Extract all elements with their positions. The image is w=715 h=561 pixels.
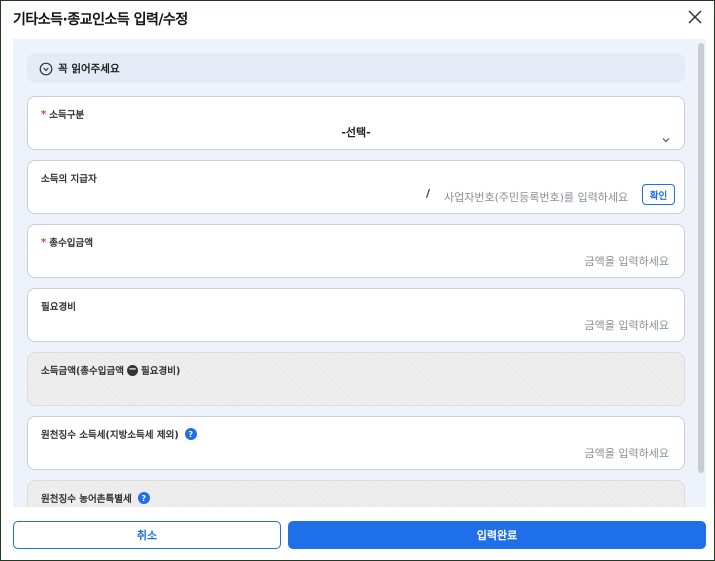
required-mark: *: [41, 108, 47, 120]
rural-tax-field: 원천징수 농어촌특별세 ?: [27, 480, 685, 507]
rural-tax-label-wrap: 원천징수 농어촌특별세 ?: [41, 491, 150, 505]
withholding-tax-label: 원천징수 소득세(지방소득세 제외): [41, 430, 179, 441]
dialog-title: 기타소득·종교인소득 입력/수정: [13, 12, 188, 28]
minus-icon: −: [127, 364, 139, 376]
income-type-label: 소득구분: [49, 110, 85, 121]
notice-text: 꼭 읽어주세요: [58, 63, 120, 75]
withholding-tax-field[interactable]: 원천징수 소득세(지방소득세 제외) ? 금액을 입력하세요: [27, 416, 685, 470]
expenses-label: 필요경비: [41, 302, 76, 313]
income-amount-field: 소득금액(총수입금액 − 필요경비): [27, 352, 685, 406]
payer-id-input[interactable]: 사업자번호(주민등록번호)를 입력하세요: [444, 189, 628, 205]
cancel-button[interactable]: 취소: [13, 521, 281, 549]
income-amount-label-suffix: 필요경비): [141, 366, 181, 377]
income-amount-label-prefix: 소득금액(총수입금액: [41, 366, 125, 377]
dialog-header: 기타소득·종교인소득 입력/수정: [1, 1, 714, 35]
payer-field: 소득의 지급자 / 사업자번호(주민등록번호)를 입력하세요 확인: [27, 160, 685, 214]
payer-separator: /: [426, 187, 431, 200]
income-type-value: -선택-: [341, 126, 371, 139]
notice-toggle[interactable]: 꼭 읽어주세요: [27, 53, 685, 83]
expenses-field[interactable]: 필요경비 금액을 입력하세요: [27, 288, 685, 342]
scrollbar[interactable]: [698, 43, 704, 473]
form-scroll-area[interactable]: 꼭 읽어주세요 * 소득구분 -선택- 소득의 지급자 / 사업자번호(주민등록…: [13, 39, 706, 507]
required-mark: *: [41, 236, 47, 248]
payer-label: 소득의 지급자: [41, 174, 97, 185]
withholding-tax-input[interactable]: 금액을 입력하세요: [585, 445, 669, 461]
total-income-input[interactable]: 금액을 입력하세요: [585, 253, 669, 269]
chevron-down-icon: [662, 128, 670, 143]
expenses-input[interactable]: 금액을 입력하세요: [585, 317, 669, 333]
income-amount-label: 소득금액(총수입금액 − 필요경비): [41, 363, 180, 377]
total-income-field[interactable]: * 총수입금액 금액을 입력하세요: [27, 224, 685, 278]
close-icon[interactable]: [684, 6, 706, 28]
submit-button[interactable]: 입력완료: [288, 521, 706, 549]
dialog-footer: 취소 입력완료: [1, 511, 714, 559]
help-icon[interactable]: ?: [137, 492, 150, 504]
income-type-select[interactable]: * 소득구분 -선택-: [27, 96, 685, 150]
income-type-label-wrap: * 소득구분: [41, 107, 85, 122]
total-income-label: 총수입금액: [49, 238, 93, 249]
chevron-down-circle-icon: [39, 61, 53, 76]
withholding-tax-label-wrap: 원천징수 소득세(지방소득세 제외) ?: [41, 427, 197, 441]
total-income-label-wrap: * 총수입금액: [41, 235, 93, 250]
confirm-button[interactable]: 확인: [642, 184, 675, 205]
income-input-dialog: 기타소득·종교인소득 입력/수정 꼭 읽어주세요 * 소득구분 -선택- 소득의…: [0, 0, 715, 561]
rural-tax-label: 원천징수 농어촌특별세: [41, 494, 132, 505]
help-icon[interactable]: ?: [184, 428, 197, 440]
